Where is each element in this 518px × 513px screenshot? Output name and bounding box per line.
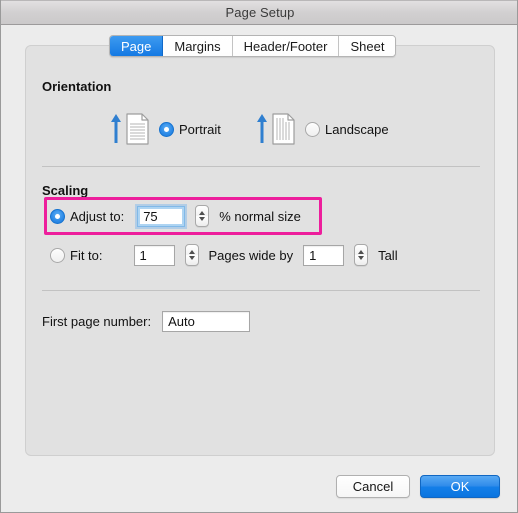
adjust-to-stepper-icon[interactable] — [195, 205, 210, 227]
ok-button[interactable]: OK — [420, 475, 500, 498]
fit-to-row: Fit to: 1 Pages wide by 1 Tall — [50, 242, 398, 268]
orientation-option-portrait[interactable]: Portrait — [109, 106, 221, 152]
tab-sheet-label: Sheet — [350, 38, 385, 54]
fit-to-label: Fit to: — [70, 247, 103, 263]
window-title: Page Setup — [225, 5, 295, 20]
tab-page[interactable]: Page — [110, 36, 164, 56]
adjust-to-value: 75 — [143, 208, 158, 224]
page-setup-dialog: Page Setup Page Margins Header/Footer Sh… — [0, 0, 518, 513]
cancel-button[interactable]: Cancel — [336, 475, 410, 498]
pages-tall-input[interactable]: 1 — [303, 244, 345, 266]
tab-margins[interactable]: Margins — [163, 36, 233, 56]
tab-header-footer[interactable]: Header/Footer — [232, 36, 340, 56]
portrait-page-icon — [109, 109, 153, 149]
scaling-section-title: Scaling — [42, 183, 89, 198]
pages-tall-stepper-icon[interactable] — [354, 244, 369, 266]
ok-button-label: OK — [450, 479, 470, 494]
first-page-number-label: First page number: — [42, 313, 152, 329]
landscape-page-icon — [255, 109, 299, 149]
orientation-section-title: Orientation — [42, 79, 112, 94]
adjust-to-input[interactable]: 75 — [137, 205, 186, 227]
pages-tall-value: 1 — [309, 247, 317, 263]
radio-portrait[interactable] — [159, 121, 174, 137]
adjust-to-label: Adjust to: — [70, 208, 125, 224]
orientation-option-landscape[interactable]: Landscape — [255, 106, 389, 152]
tab-page-label: Page — [121, 38, 152, 54]
tab-sheet[interactable]: Sheet — [339, 36, 396, 56]
radio-adjust-to[interactable] — [50, 208, 65, 224]
orientation-portrait-label: Portrait — [179, 121, 221, 137]
pages-wide-by-label: Pages wide by — [208, 247, 294, 263]
first-page-number-input[interactable]: Auto — [162, 310, 251, 332]
pages-wide-stepper-icon[interactable] — [184, 244, 199, 266]
orientation-landscape-label: Landscape — [325, 121, 389, 137]
tall-label: Tall — [378, 247, 398, 263]
cancel-button-label: Cancel — [352, 479, 394, 494]
first-page-number-value: Auto — [168, 313, 195, 329]
first-page-number-row: First page number: Auto — [42, 310, 251, 332]
adjust-to-suffix-label: % normal size — [219, 208, 301, 224]
tab-bar[interactable]: Page Margins Header/Footer Sheet — [109, 35, 397, 57]
section-divider-2 — [42, 290, 480, 291]
pages-wide-value: 1 — [139, 247, 147, 263]
orientation-row: Portrait Landscape — [26, 106, 496, 152]
tab-margins-label: Margins — [174, 38, 221, 54]
radio-fit-to[interactable] — [50, 247, 65, 263]
radio-landscape[interactable] — [305, 121, 320, 137]
section-divider-1 — [42, 166, 480, 167]
adjust-to-row: Adjust to: 75 % normal size — [50, 203, 301, 229]
page-settings-panel: Orientation Portrait Landscape Scaling A… — [25, 45, 495, 456]
tab-header-footer-label: Header/Footer — [243, 38, 328, 54]
pages-wide-input[interactable]: 1 — [133, 244, 175, 266]
title-bar: Page Setup — [1, 0, 517, 25]
